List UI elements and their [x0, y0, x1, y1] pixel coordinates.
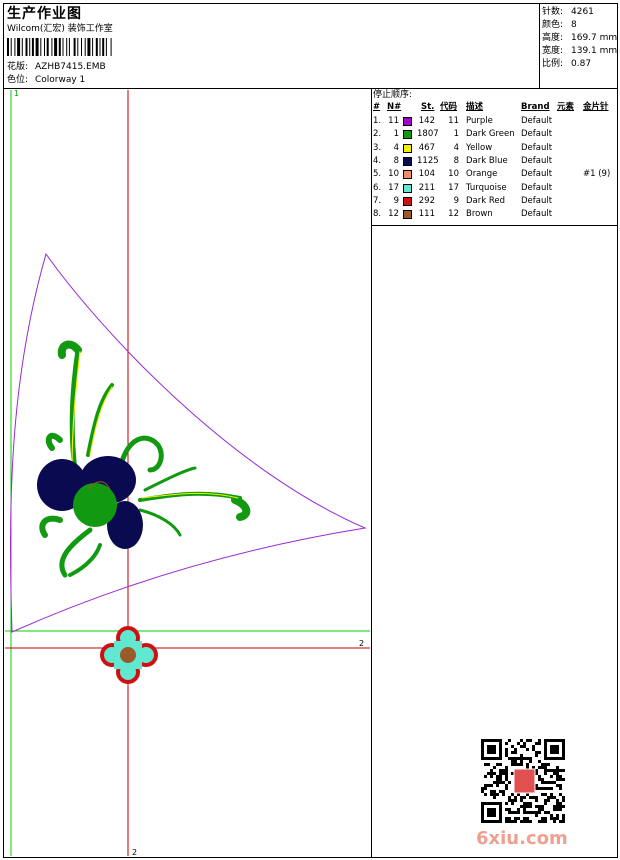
embroidery-leaves [39, 340, 251, 578]
guide-label-h2: 2 [359, 639, 365, 648]
embroidery-cross-flower [100, 626, 158, 684]
design-canvas [5, 90, 565, 856]
guide-label-v2: 2 [132, 848, 138, 857]
qr-code [481, 739, 565, 823]
watermark: 6xiu.com [476, 828, 568, 849]
guide-label-v1: 1 [14, 89, 20, 98]
embroidery-flower [37, 456, 143, 549]
